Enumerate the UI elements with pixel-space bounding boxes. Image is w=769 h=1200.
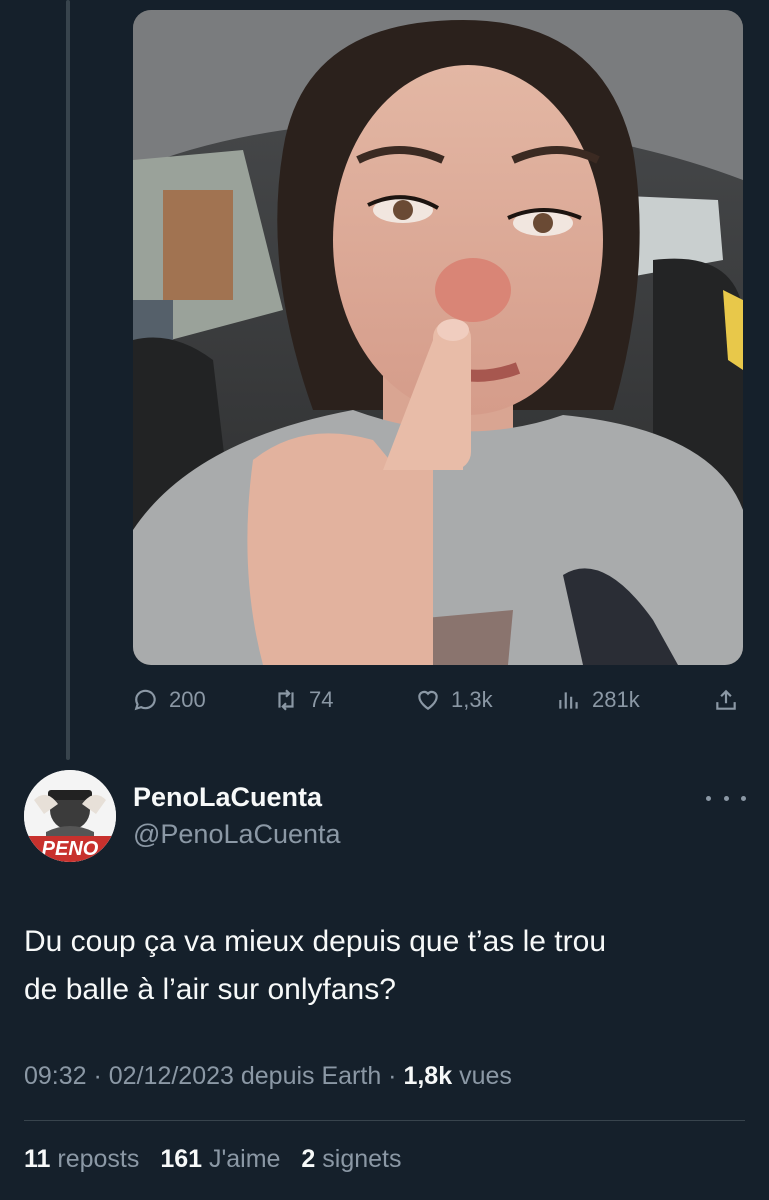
tweet-views-label: vues xyxy=(452,1062,512,1090)
tweet-text-line: Du coup ça va mieux depuis que t’as le t… xyxy=(24,925,606,958)
likes-stat-label: J'aime xyxy=(202,1145,281,1173)
tweet-source: depuis Earth xyxy=(233,1062,382,1090)
reply-icon xyxy=(134,689,156,711)
like-button[interactable]: 1,3k xyxy=(415,680,493,720)
reply-button[interactable]: 200 xyxy=(133,680,206,720)
views-icon xyxy=(559,692,578,709)
views-count: 281k xyxy=(592,687,640,712)
views-button[interactable]: 281k xyxy=(556,680,640,720)
selfie-image xyxy=(133,10,743,665)
tweet-thread-page: 200 74 1,3k 281k PENO PenoLaCuenta @Peno… xyxy=(0,0,769,1200)
tweet-text-line: de balle à l’air sur onlyfans? xyxy=(24,973,396,1006)
meta-separator: · xyxy=(381,1062,404,1090)
bookmarks-stat-count: 2 xyxy=(301,1145,316,1173)
more-icon xyxy=(706,795,711,801)
more-icon-dot xyxy=(741,795,746,801)
heart-icon xyxy=(418,690,438,710)
avatar[interactable]: PENO xyxy=(24,770,116,862)
tweet-photo[interactable] xyxy=(133,10,743,665)
share-button[interactable] xyxy=(713,680,739,720)
likes-stat-count: 161 xyxy=(160,1145,203,1173)
avatar-logo-text: PENO xyxy=(42,838,99,860)
reply-count: 200 xyxy=(169,687,206,712)
repost-count: 74 xyxy=(309,687,334,712)
tweet-time[interactable]: 09:32 xyxy=(24,1062,87,1090)
like-count: 1,3k xyxy=(451,687,493,712)
meta-separator: · xyxy=(86,1062,109,1090)
tweet-action-bar: 200 74 1,3k 281k xyxy=(133,680,743,720)
tweet-text: Du coup ça va mieux depuis que t’as le t… xyxy=(24,918,744,1014)
bookmarks-stat[interactable]: 2 signets xyxy=(301,1145,401,1173)
reposts-stat[interactable]: 11 reposts xyxy=(24,1145,139,1173)
repost-button[interactable]: 74 xyxy=(273,680,333,720)
reposts-stat-count: 11 xyxy=(24,1145,51,1173)
author-handle[interactable]: @PenoLaCuenta xyxy=(133,819,341,850)
share-icon xyxy=(716,689,736,710)
tweet-meta: 09:32 · 02/12/2023 depuis Earth · 1,8k v… xyxy=(24,1062,512,1091)
more-icon-dot xyxy=(723,795,729,801)
tweet-date[interactable]: 02/12/2023 xyxy=(109,1062,234,1090)
likes-stat[interactable]: 161 J'aime xyxy=(160,1145,280,1173)
avatar-image: PENO xyxy=(24,770,116,862)
divider xyxy=(24,1120,745,1121)
reposts-stat-label: reposts xyxy=(50,1145,140,1173)
tweet-views-count: 1,8k xyxy=(403,1062,453,1090)
more-options-button[interactable] xyxy=(706,786,746,810)
thread-connector-line xyxy=(66,0,70,760)
repost-icon xyxy=(278,689,294,711)
tweet-stats: 11 reposts 161 J'aime 2 signets xyxy=(24,1145,415,1174)
author-display-name[interactable]: PenoLaCuenta xyxy=(133,782,322,813)
bookmarks-stat-label: signets xyxy=(315,1145,402,1173)
